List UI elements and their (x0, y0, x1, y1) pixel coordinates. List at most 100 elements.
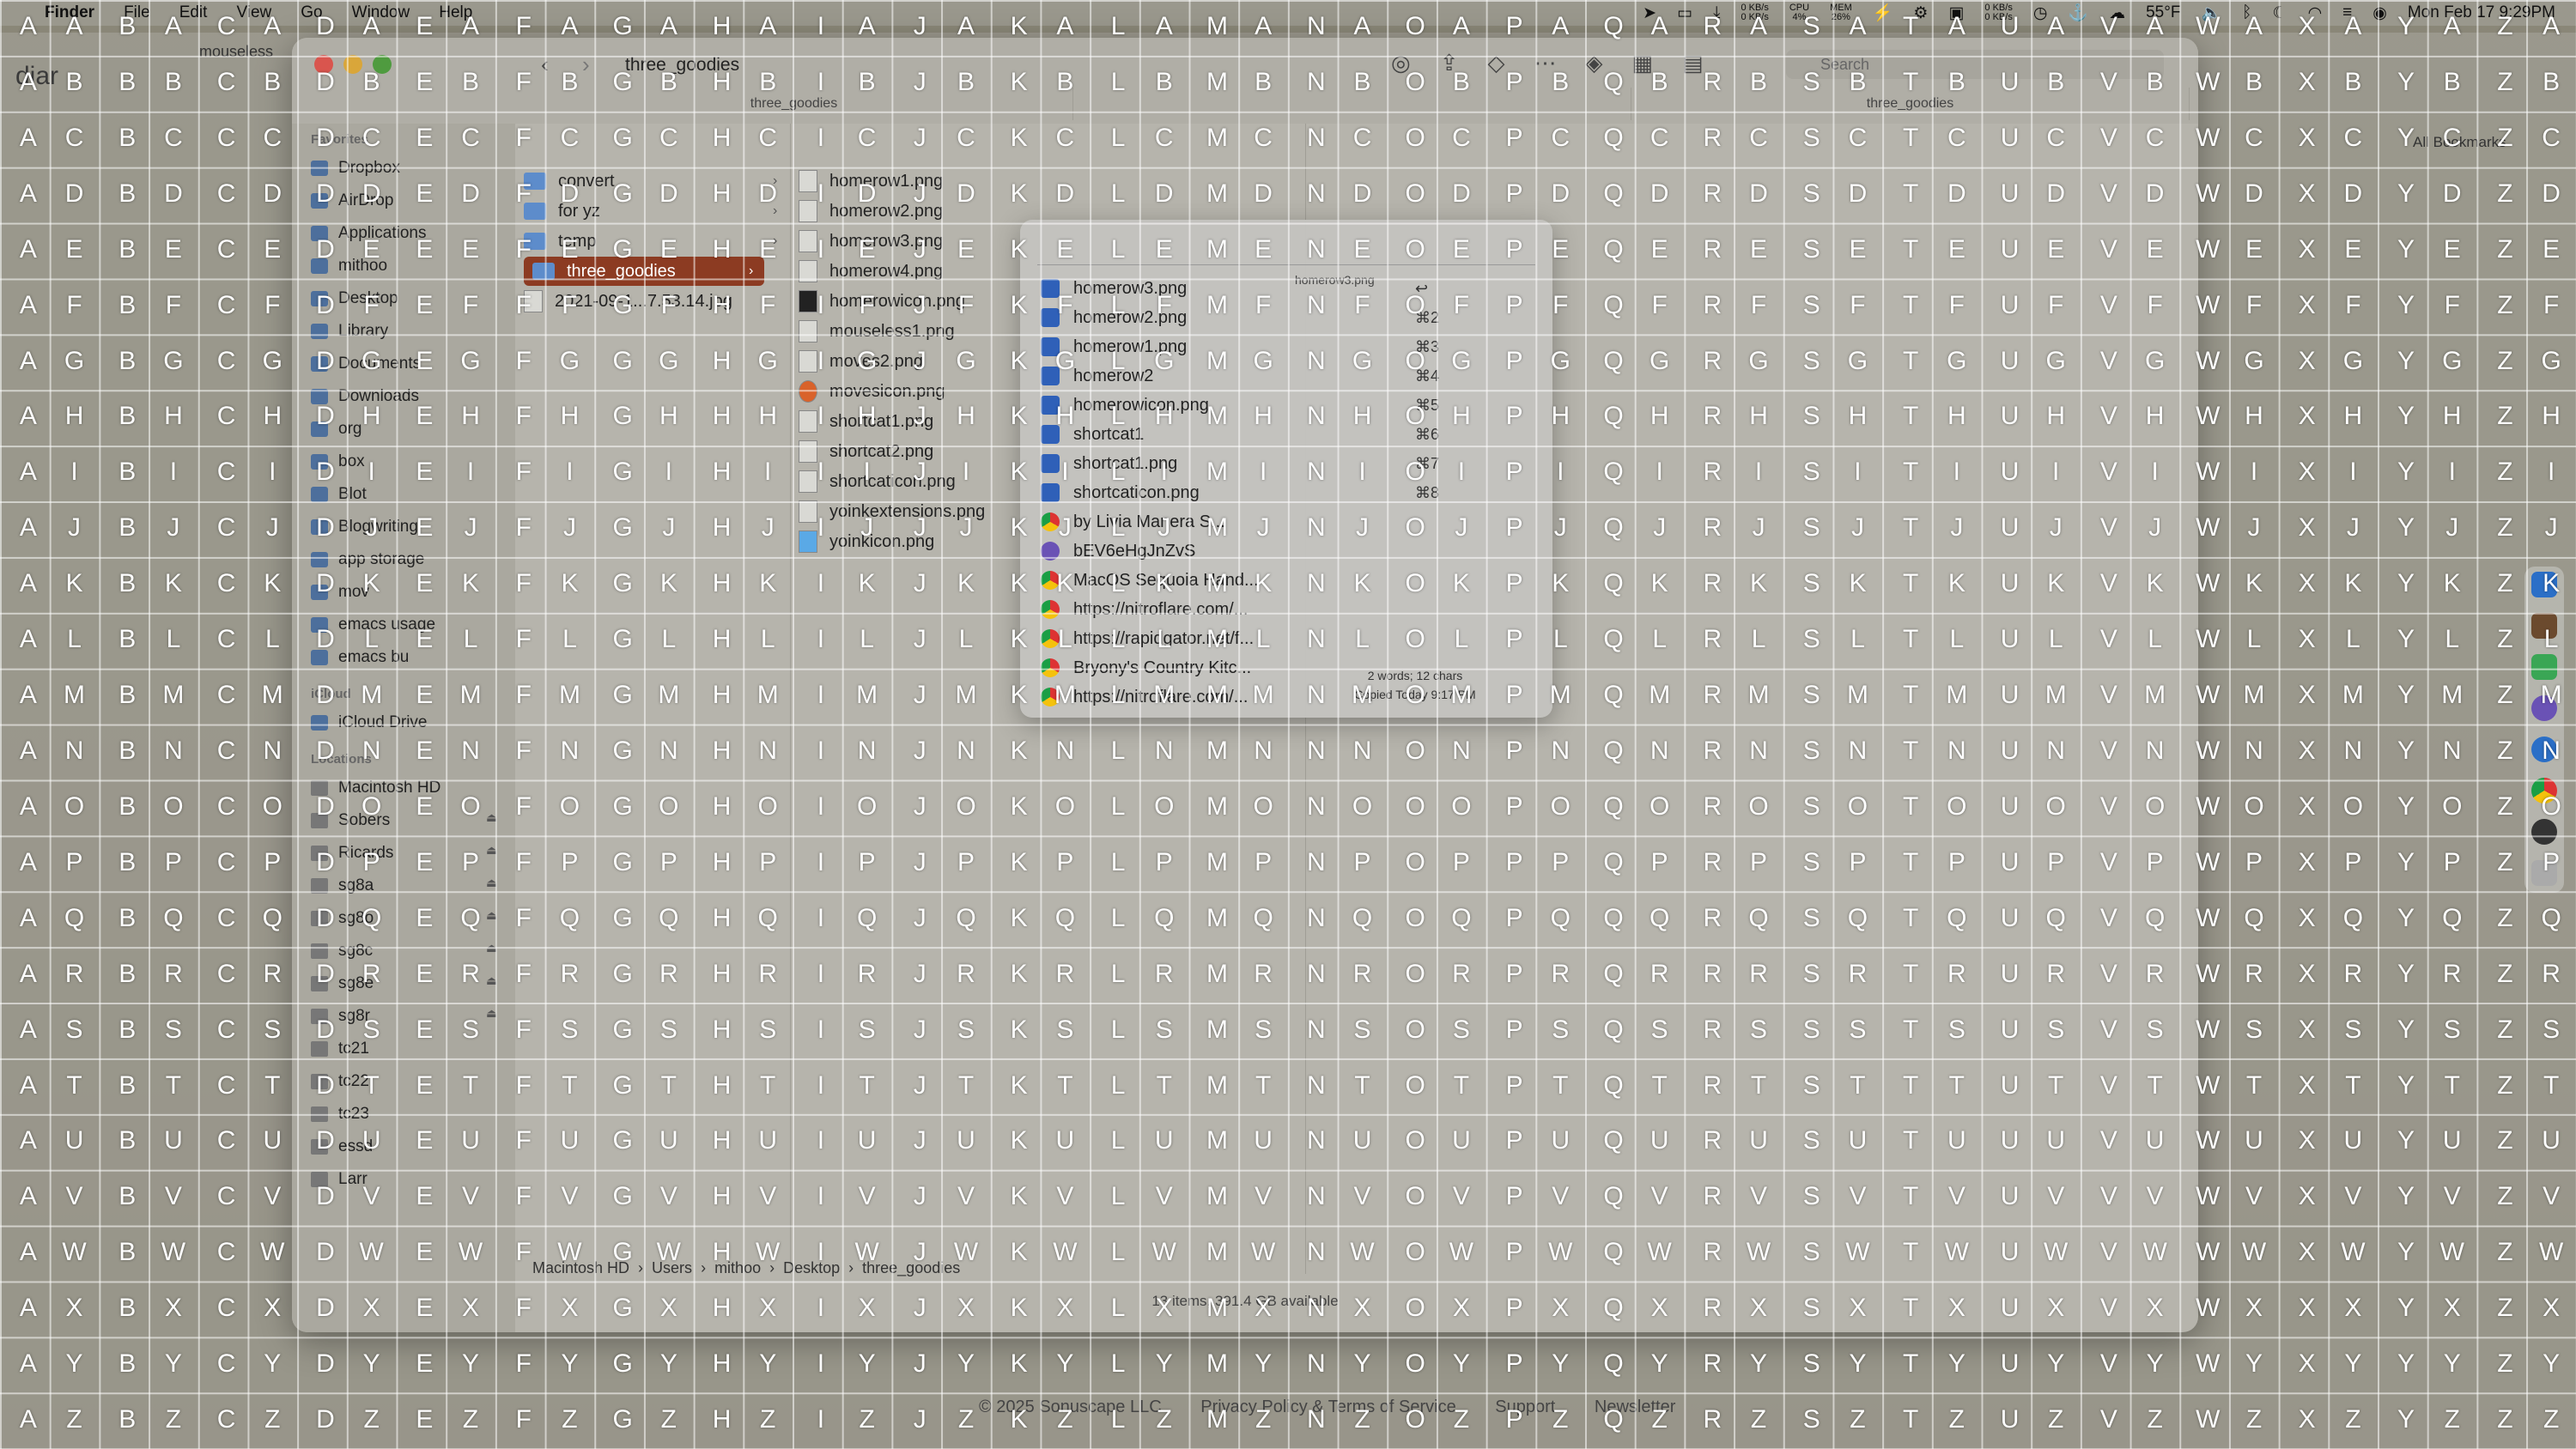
all-bookmarks-link[interactable]: All Bookmarks (2413, 134, 2506, 151)
sidebar-item-emacs-bu[interactable]: emacs bu (311, 642, 409, 673)
dropbox-icon[interactable]: ◈ (1585, 50, 1602, 76)
airdrop-icon[interactable]: ◎ (1391, 50, 1411, 76)
clipboard-item[interactable]: shortcat1 ⌘6 (1041, 421, 1439, 448)
path-segment[interactable]: mithoo (714, 1259, 761, 1277)
footer-newsletter-link[interactable]: Newsletter (1595, 1397, 1675, 1416)
footer-support-link[interactable]: Support (1495, 1397, 1555, 1416)
clipboard-item[interactable]: MacOS Sequoia Hand... (1041, 567, 1436, 594)
tab-three-goodies-1[interactable]: three_goodies (515, 88, 1073, 120)
moon-icon[interactable]: ☾ (2273, 3, 2287, 23)
list-item[interactable]: shortcaticon.png (799, 467, 956, 496)
sidebar-item-library[interactable]: Library (311, 316, 388, 347)
list-item[interactable]: homerow4.png (799, 257, 943, 286)
back-chevron-icon[interactable]: ‹ (541, 52, 549, 78)
trash-icon[interactable] (2531, 860, 2557, 886)
forward-chevron-icon[interactable]: › (582, 52, 590, 78)
share-icon[interactable]: ⇪ (1440, 50, 1459, 76)
clipboard-item[interactable]: homerow3.png ↩ (1041, 275, 1436, 302)
list-item[interactable]: moves2.png (799, 347, 923, 376)
clipboard-item[interactable]: homerow2 ⌘4 (1041, 362, 1439, 390)
menu-window[interactable]: Window (352, 3, 410, 22)
clipboard-item[interactable]: homerow1.png ⌘3 (1041, 333, 1439, 361)
list-item[interactable]: movesicon.png (799, 377, 945, 406)
more-actions-icon[interactable]: ⋯ (1534, 50, 1556, 76)
sidebar-item-airdrop[interactable]: AirDrop (311, 185, 393, 216)
wifi-icon[interactable]: ◠ (2308, 3, 2323, 23)
weather-temp[interactable]: 55°F (2146, 3, 2180, 22)
sidebar-item-blot[interactable]: Blot (311, 479, 367, 510)
screen-mirror-icon[interactable]: ▭ (1677, 3, 1692, 23)
close-button[interactable] (314, 55, 333, 74)
clipboard-item[interactable]: shortcat1.png ⌘7 (1041, 450, 1439, 477)
app-icon[interactable] (2531, 572, 2557, 597)
eject-icon[interactable]: ⏏ (486, 843, 497, 858)
cloud-icon[interactable]: ☁ (2109, 3, 2125, 23)
list-item[interactable]: homerow1.png (799, 167, 943, 196)
menu-file[interactable]: File (124, 3, 150, 22)
sidebar-item-essd[interactable]: essd (311, 1131, 373, 1162)
list-item[interactable]: convert › (524, 167, 777, 196)
search-input[interactable]: Search (1786, 50, 2164, 79)
sidebar-item-icloud-drive[interactable]: iCloud Drive (311, 707, 427, 738)
sidebar-item-mithoo[interactable]: mithoo (311, 251, 387, 282)
clipboard-item[interactable]: https://nitroflare.com/... (1041, 596, 1436, 623)
path-segment[interactable]: Users (652, 1259, 692, 1277)
sidebar-item-sg8o[interactable]: sg8o (311, 903, 374, 934)
clipboard-item[interactable]: homerowicon.png ⌘5 (1041, 391, 1439, 419)
menu-help[interactable]: Help (439, 3, 472, 22)
user-icon[interactable]: ◉ (2372, 3, 2387, 23)
sidebar-item-ricards[interactable]: Ricards (311, 838, 393, 869)
path-segment[interactable]: Macintosh HD (532, 1259, 629, 1277)
background-tab-title[interactable]: mouseless (199, 43, 273, 61)
path-segment[interactable]: Desktop (783, 1259, 840, 1277)
terminal-icon[interactable]: ▣ (1948, 3, 1964, 23)
path-segment[interactable]: three_goodies (862, 1259, 960, 1277)
eject-icon[interactable]: ⏏ (486, 973, 497, 988)
clipboard-search-input[interactable] (1037, 230, 1535, 265)
list-item[interactable]: 2021-09-1...7.53.14.jpg (524, 287, 732, 316)
footer-privacy-link[interactable]: Privacy Policy & Terms of Service (1200, 1397, 1456, 1416)
menu-app-name[interactable]: Finder (45, 3, 94, 22)
clipboard-item[interactable]: shortcaticon.png ⌘8 (1041, 479, 1439, 506)
volume-icon[interactable]: 🔈 (2201, 3, 2221, 23)
sidebar-item-applications[interactable]: Applications (311, 218, 426, 249)
sidebar-item-tc22[interactable]: tc22 (311, 1066, 369, 1097)
list-item-selected[interactable]: three_goodies › (524, 257, 764, 286)
list-item[interactable]: for yz › (524, 197, 777, 226)
eject-icon[interactable]: ⏏ (486, 1006, 497, 1021)
emacs-icon[interactable] (2531, 695, 2557, 721)
messages-icon[interactable] (2531, 654, 2557, 680)
sidebar-item-dropbox[interactable]: Dropbox (311, 153, 400, 184)
sidebar-item-box[interactable]: box (311, 446, 365, 477)
list-item[interactable]: mouseless1.png (799, 317, 955, 346)
eject-icon[interactable]: ⏏ (486, 908, 497, 923)
tag-icon[interactable]: ◇ (1487, 50, 1504, 76)
sidebar-item-org[interactable]: org (311, 414, 361, 445)
anchor-icon[interactable]: ⚓ (2068, 3, 2088, 23)
sidebar-item-desktop[interactable]: Desktop (311, 283, 398, 314)
control-center-icon[interactable]: ≡ (2342, 3, 2352, 22)
sidebar-item-sg8e[interactable]: sg8e (311, 968, 374, 999)
app-icon[interactable] (2531, 819, 2557, 845)
list-item[interactable]: homerow3.png (799, 227, 943, 256)
mem-meter[interactable]: MEM 26% (1830, 3, 1852, 22)
clipboard-item[interactable]: homerow2.png ⌘2 (1041, 304, 1439, 331)
clipboard-item[interactable]: https://rapidgator.net/f... (1041, 625, 1436, 652)
list-item[interactable]: temp › (524, 227, 777, 256)
clipboard-item[interactable]: bEV6eHgJnZvS (1041, 537, 1436, 565)
sidebar-item-sg8r[interactable]: sg8r (311, 1001, 370, 1032)
group-by-icon[interactable]: ▦ (1631, 50, 1653, 76)
cursor-icon[interactable]: ➤ (1643, 3, 1656, 23)
view-options-icon[interactable]: ▤ (1682, 50, 1704, 76)
menu-go[interactable]: Go (301, 3, 322, 22)
zoom-button[interactable] (373, 55, 392, 74)
app-icon[interactable] (2531, 613, 2557, 639)
tab-empty[interactable] (1073, 88, 1631, 120)
tab-three-goodies-2[interactable]: three_goodies (1631, 88, 2190, 120)
sidebar-item-mov[interactable]: mov (311, 577, 369, 608)
sidebar-item-blogwriting[interactable]: Blogwriting (311, 512, 418, 543)
sidebar-item-sobers[interactable]: Sobers (311, 805, 390, 836)
sidebar-item-macintosh-hd[interactable]: Macintosh HD (311, 773, 440, 803)
eject-icon[interactable]: ⏏ (486, 941, 497, 955)
bolt-icon[interactable]: ⚡ (1873, 3, 1893, 23)
